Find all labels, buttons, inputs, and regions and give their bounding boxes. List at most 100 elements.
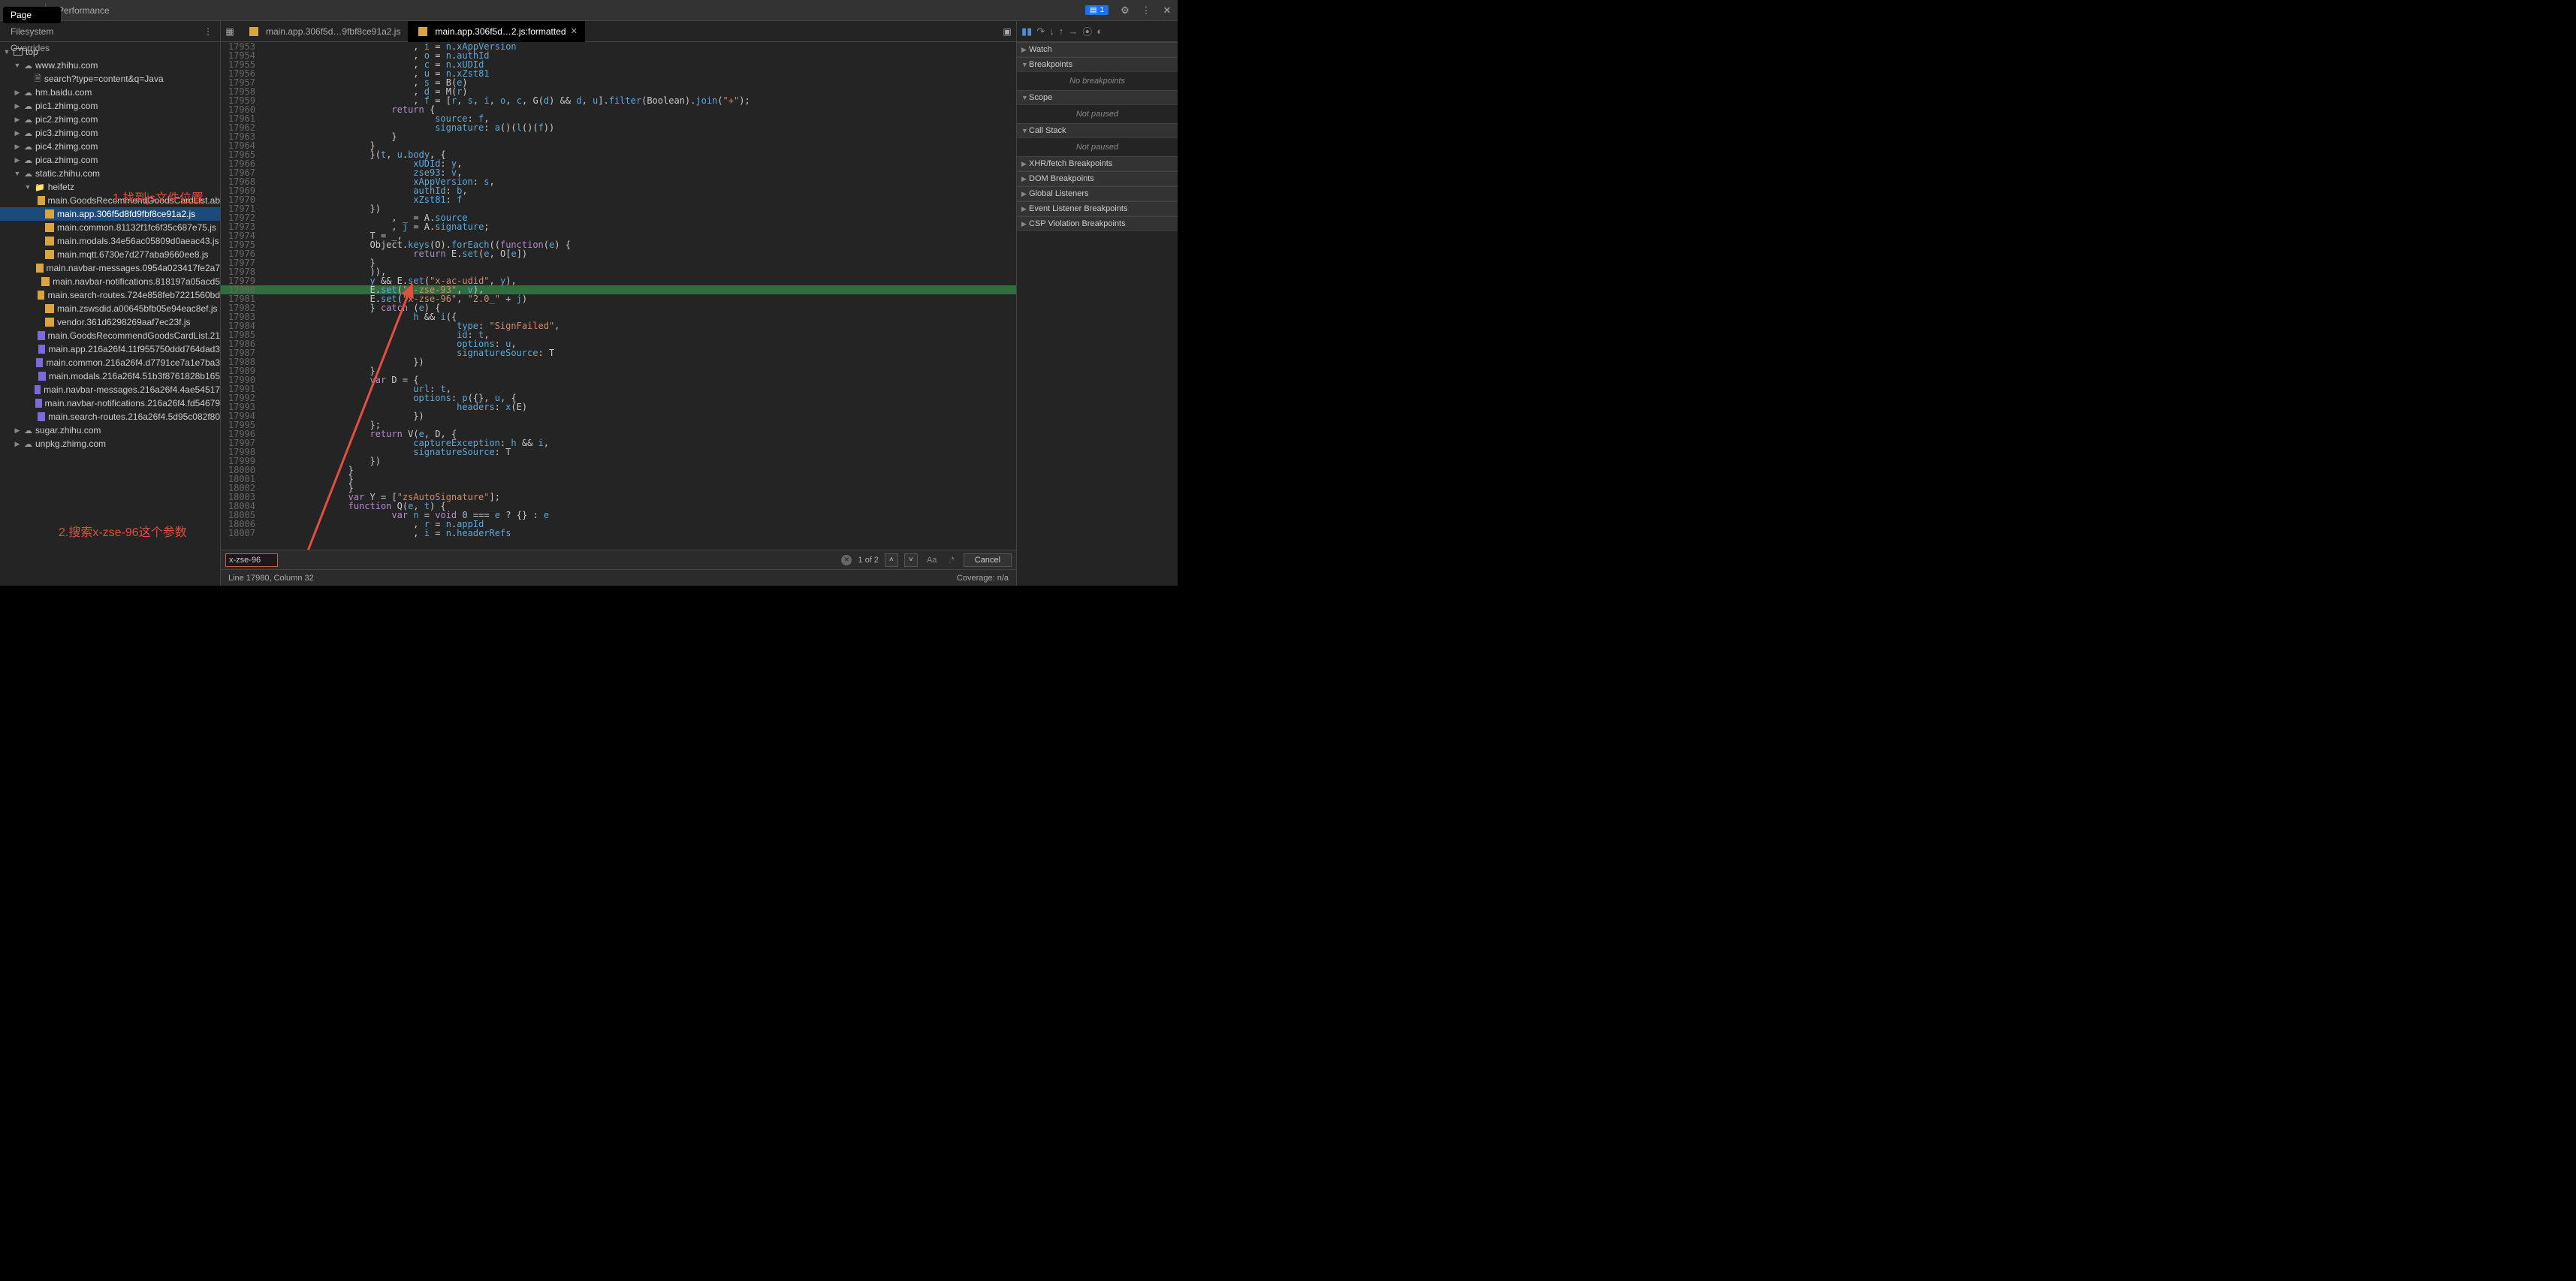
tree-node[interactable]: ▼top: [0, 45, 220, 59]
tree-node[interactable]: ▶☁unpkg.zhimg.com: [0, 437, 220, 451]
tree-node[interactable]: ▶☁hm.baidu.com: [0, 86, 220, 99]
tree-node[interactable]: ▶☁pic2.zhimg.com: [0, 113, 220, 126]
tree-node[interactable]: main.search-routes.724e858feb7221560bd: [0, 288, 220, 302]
step-out-icon[interactable]: ↑: [1059, 26, 1064, 37]
tree-node[interactable]: main.common.81132f1fc6f35c687e75.js: [0, 221, 220, 234]
tree-label: main.navbar-messages.216a26f4.4ae54517: [44, 384, 220, 395]
search-bar: ✕ 1 of 2 ˄ ˅ Aa .* Cancel: [221, 550, 1016, 569]
tree-label: main.common.216a26f4.d7791ce7a1e7ba3: [46, 357, 220, 368]
close-tab-icon[interactable]: ✕: [571, 26, 578, 36]
search-next-button[interactable]: ˅: [904, 553, 918, 567]
step-over-icon[interactable]: ↷: [1036, 26, 1045, 38]
tree-node[interactable]: vendor.361d6298269aaf7ec23f.js: [0, 315, 220, 329]
navigator-tab-page[interactable]: Page: [3, 7, 61, 23]
tree-node[interactable]: ▶☁pica.zhimg.com: [0, 153, 220, 167]
debugger-section-scope[interactable]: ▼Scope: [1017, 90, 1178, 105]
debugger-section-body: Not paused: [1017, 105, 1178, 123]
toggle-navigator-icon[interactable]: ▣: [998, 21, 1016, 42]
tree-node[interactable]: ▼☁static.zhihu.com: [0, 167, 220, 180]
file-tree[interactable]: ▼top▼☁www.zhihu.com🗎search?type=content&…: [0, 42, 220, 586]
tree-node[interactable]: ▶☁sugar.zhihu.com: [0, 423, 220, 437]
tree-node[interactable]: main.navbar-messages.216a26f4.4ae54517: [0, 383, 220, 396]
tree-node[interactable]: main.navbar-notifications.216a26f4.fd546…: [0, 396, 220, 410]
tree-node[interactable]: main.GoodsRecommendGoodsCardList.21: [0, 329, 220, 342]
js-file-icon: [41, 277, 50, 286]
tree-node[interactable]: ▶☁pic3.zhimg.com: [0, 126, 220, 140]
tree-node[interactable]: main.modals.34e56ac05809d0aeac43.js: [0, 234, 220, 248]
tree-label: main.search-routes.724e858feb7221560bd: [47, 290, 220, 300]
cloud-icon: ☁: [24, 142, 32, 152]
debugger-section-xhr-fetch-breakpoints[interactable]: ▶XHR/fetch Breakpoints: [1017, 156, 1178, 171]
tree-label: main.GoodsRecommendGoodsCardList.21: [48, 330, 220, 341]
debugger-section-dom-breakpoints[interactable]: ▶DOM Breakpoints: [1017, 171, 1178, 186]
tree-node[interactable]: main.modals.216a26f4.51b3f8761828b165: [0, 369, 220, 383]
debugger-section-watch[interactable]: ▶Watch: [1017, 42, 1178, 57]
navigator-more-icon[interactable]: ⋮: [199, 26, 217, 37]
editor-tab[interactable]: main.app.306f5d…2.js:formatted✕: [408, 21, 584, 42]
cloud-icon: ☁: [24, 115, 32, 125]
js-file-icon: [38, 291, 45, 300]
debugger-section-body: No breakpoints: [1017, 72, 1178, 90]
tree-label: static.zhihu.com: [35, 168, 100, 179]
tree-node[interactable]: main.navbar-notifications.818197a05acd5: [0, 275, 220, 288]
debugger-section-call-stack[interactable]: ▼Call Stack: [1017, 123, 1178, 138]
deactivate-bp-icon[interactable]: ⦿: [1082, 24, 1092, 38]
tree-node[interactable]: ▶☁pic1.zhimg.com: [0, 99, 220, 113]
issues-badge[interactable]: 1: [1085, 5, 1109, 15]
tree-label: heifetz: [48, 182, 74, 192]
cloud-icon: ☁: [24, 128, 32, 138]
tree-label: main.navbar-notifications.216a26f4.fd546…: [45, 398, 221, 408]
pause-on-exceptions-icon[interactable]: ◐: [1096, 26, 1102, 37]
search-input[interactable]: [225, 553, 278, 567]
tree-label: pic3.zhimg.com: [35, 128, 98, 138]
tree-label: main.search-routes.216a26f4.5d95c082f80: [48, 411, 220, 422]
search-case-toggle[interactable]: Aa: [924, 556, 940, 565]
tree-node[interactable]: main.common.216a26f4.d7791ce7a1e7ba3: [0, 356, 220, 369]
tree-node[interactable]: ▼☁www.zhihu.com: [0, 59, 220, 72]
tree-node[interactable]: ▼📁heifetz: [0, 180, 220, 194]
tree-label: pic1.zhimg.com: [35, 101, 98, 111]
tree-node[interactable]: 🗎search?type=content&q=Java: [0, 72, 220, 86]
frame-icon: [14, 48, 23, 56]
tree-node[interactable]: main.zswsdid.a00645bfb05e94eac8ef.js: [0, 302, 220, 315]
more-icon[interactable]: ⋮: [1136, 0, 1157, 21]
step-into-icon[interactable]: ↓: [1049, 26, 1054, 37]
navigator-tab-filesystem[interactable]: Filesystem: [3, 23, 61, 40]
search-prev-button[interactable]: ˄: [885, 553, 898, 567]
tree-node[interactable]: main.mqtt.6730e7d277aba9660ee8.js: [0, 248, 220, 261]
coverage-status: Coverage: n/a: [957, 574, 1009, 583]
tree-node[interactable]: main.GoodsRecommendGoodsCardList.ab: [0, 194, 220, 207]
code-line[interactable]: 18007 , i = n.headerRefs: [221, 529, 1016, 538]
debugger-section-global-listeners[interactable]: ▶Global Listeners: [1017, 186, 1178, 201]
settings-icon[interactable]: ⚙: [1115, 0, 1136, 21]
debugger-section-breakpoints[interactable]: ▼Breakpoints: [1017, 57, 1178, 72]
tree-label: main.navbar-notifications.818197a05acd5: [53, 276, 220, 287]
debugger-section-csp-violation-breakpoints[interactable]: ▶CSP Violation Breakpoints: [1017, 216, 1178, 231]
tree-label: www.zhihu.com: [35, 60, 98, 71]
editor-tabs-bar: ▦ main.app.306f5d…9fbf8ce91a2.jsmain.app…: [221, 21, 1016, 42]
tree-node[interactable]: main.search-routes.216a26f4.5d95c082f80: [0, 410, 220, 423]
file-icon: 🗎: [35, 72, 41, 86]
pause-icon[interactable]: ▮▮: [1021, 26, 1032, 38]
search-regex-toggle[interactable]: .*: [946, 556, 957, 565]
tree-node[interactable]: main.app.306f5d8fd9fbf8ce91a2.js: [0, 207, 220, 221]
tree-label: main.navbar-messages.0954a023417fe2a7: [47, 263, 221, 273]
close-devtools-icon[interactable]: ✕: [1157, 0, 1178, 21]
search-cancel-button[interactable]: Cancel: [964, 553, 1012, 567]
editor-tab[interactable]: main.app.306f5d…9fbf8ce91a2.js: [239, 21, 408, 42]
tree-node[interactable]: main.navbar-messages.0954a023417fe2a7: [0, 261, 220, 275]
debugger-section-event-listener-breakpoints[interactable]: ▶Event Listener Breakpoints: [1017, 201, 1178, 216]
tree-label: main.app.306f5d8fd9fbf8ce91a2.js: [57, 209, 195, 219]
step-icon[interactable]: →: [1068, 26, 1078, 37]
tree-node[interactable]: main.app.216a26f4.11f955750ddd764dad3: [0, 342, 220, 356]
js-file-icon: [418, 27, 427, 36]
cloud-icon: ☁: [24, 155, 32, 165]
cloud-icon: ☁: [24, 88, 32, 98]
js-file-icon: [45, 304, 54, 313]
tree-label: pica.zhimg.com: [35, 155, 98, 165]
cursor-position: Line 17980, Column 32: [228, 574, 314, 583]
code-editor[interactable]: 17953 , i = n.xAppVersion17954 , o = n.a…: [221, 42, 1016, 550]
tree-node[interactable]: ▶☁pic4.zhimg.com: [0, 140, 220, 153]
search-clear-icon[interactable]: ✕: [841, 555, 852, 565]
show-navigator-icon[interactable]: ▦: [221, 21, 239, 42]
